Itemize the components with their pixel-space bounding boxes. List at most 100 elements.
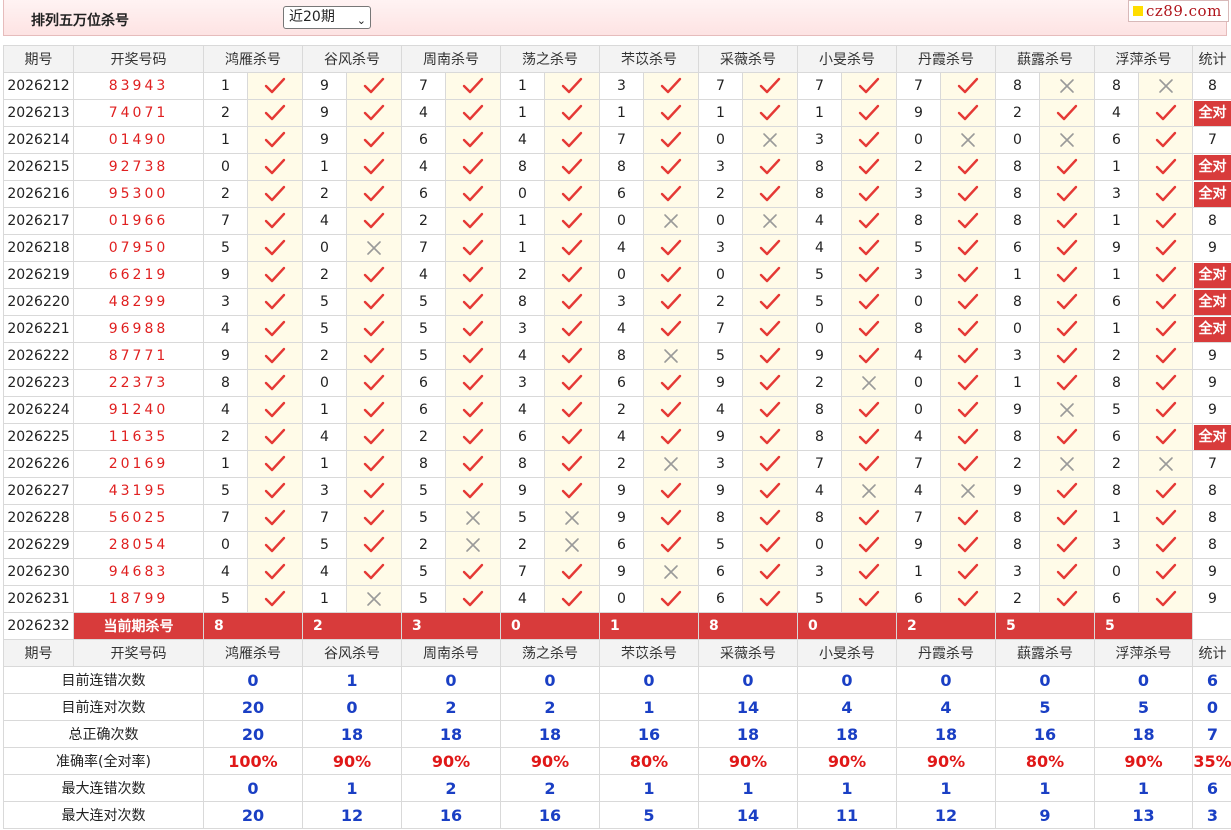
kill-number-cell: 4 [401, 153, 446, 181]
stats-label: 准确率(全对率) [3, 747, 204, 775]
check-icon [1138, 369, 1193, 397]
kill-number-cell: 4 [896, 423, 941, 451]
kill-number-cell: 6 [1094, 126, 1139, 154]
kill-number-cell: 5 [797, 585, 842, 613]
kill-number-cell: 2 [302, 180, 347, 208]
current-kill-number: 0 [500, 612, 600, 640]
check-icon [841, 450, 897, 478]
check-icon [247, 585, 303, 613]
check-icon [1138, 315, 1193, 343]
check-icon [346, 207, 402, 235]
stats-value: 4 [797, 693, 897, 721]
check-icon [445, 99, 501, 127]
winning-number-cell: 91240 [73, 396, 204, 424]
stat-cell: 9 [1192, 558, 1231, 586]
check-icon [445, 585, 501, 613]
check-icon [346, 396, 402, 424]
kill-number-cell: 0 [302, 234, 347, 262]
cross-icon [445, 531, 501, 559]
cross-icon [1138, 450, 1193, 478]
winning-number-cell: 01966 [73, 207, 204, 235]
check-icon [544, 207, 600, 235]
col-winning-header: 开奖号码 [73, 639, 204, 667]
check-icon [445, 558, 501, 586]
check-icon [742, 315, 798, 343]
cross-icon [742, 207, 798, 235]
check-icon [643, 72, 699, 100]
stat-cell: 8 [1192, 207, 1231, 235]
kill-number-cell: 4 [797, 207, 842, 235]
check-icon [841, 72, 897, 100]
kill-number-cell: 5 [302, 288, 347, 316]
kill-number-cell: 1 [203, 450, 248, 478]
check-icon [1039, 234, 1095, 262]
col-expert-header: 小旻杀号 [797, 45, 897, 73]
check-icon [1039, 531, 1095, 559]
kill-number-cell: 1 [500, 99, 545, 127]
stat-cell: 8 [1192, 72, 1231, 100]
kill-number-cell: 9 [599, 477, 644, 505]
check-icon [1039, 558, 1095, 586]
check-icon [247, 423, 303, 451]
check-icon [742, 342, 798, 370]
check-icon [544, 99, 600, 127]
check-icon [742, 180, 798, 208]
top-bar: 排列五万位杀号 近20期 ⌄ [3, 0, 1227, 36]
issue-cell: 2026228 [3, 504, 74, 532]
check-icon [544, 261, 600, 289]
stats-label: 目前连对次数 [3, 693, 204, 721]
check-icon [247, 342, 303, 370]
check-icon [742, 558, 798, 586]
all-right-badge: 全对 [1193, 424, 1231, 450]
kill-number-cell: 5 [401, 558, 446, 586]
check-icon [643, 234, 699, 262]
table-row: 2026226 20169 1 1 8 8 2 3 7 7 2 2 7 [3, 450, 1231, 478]
stat-cell: 全对 [1192, 180, 1231, 208]
check-icon [1039, 315, 1095, 343]
stats-value: 1 [1094, 774, 1193, 802]
period-select[interactable]: 近20期 ⌄ [283, 6, 371, 29]
check-icon [346, 315, 402, 343]
stats-value: 0 [203, 774, 303, 802]
kill-number-cell: 2 [203, 180, 248, 208]
stats-value: 0 [896, 666, 996, 694]
stats-value: 18 [1094, 720, 1193, 748]
check-icon [346, 261, 402, 289]
stat-cell: 8 [1192, 531, 1231, 559]
kill-number-cell: 0 [698, 261, 743, 289]
stats-value: 20 [203, 693, 303, 721]
kill-number-cell: 9 [599, 504, 644, 532]
kill-number-cell: 3 [500, 315, 545, 343]
check-icon [1138, 504, 1193, 532]
kill-number-cell: 0 [302, 369, 347, 397]
check-icon [643, 477, 699, 505]
check-icon [841, 99, 897, 127]
winning-number-cell: 94683 [73, 558, 204, 586]
kill-number-cell: 9 [995, 477, 1040, 505]
winning-number-cell: 48299 [73, 288, 204, 316]
col-winning-header: 开奖号码 [73, 45, 204, 73]
stats-value: 1 [302, 666, 402, 694]
kill-number-cell: 1 [500, 72, 545, 100]
check-icon [544, 558, 600, 586]
kill-number-cell: 3 [599, 288, 644, 316]
kill-number-cell: 3 [995, 342, 1040, 370]
stats-value: 18 [698, 720, 798, 748]
all-right-badge: 全对 [1193, 289, 1231, 315]
kill-number-cell: 6 [401, 126, 446, 154]
kill-number-cell: 1 [995, 261, 1040, 289]
col-expert-header: 鸿雁杀号 [203, 45, 303, 73]
kill-number-cell: 1 [1094, 207, 1139, 235]
check-icon [247, 531, 303, 559]
stat-cell: 9 [1192, 585, 1231, 613]
winning-number-cell: 56025 [73, 504, 204, 532]
check-icon [940, 531, 996, 559]
kill-number-cell: 0 [995, 126, 1040, 154]
kill-number-cell: 3 [698, 450, 743, 478]
kill-number-cell: 4 [599, 423, 644, 451]
kill-number-cell: 5 [401, 342, 446, 370]
col-expert-header: 丹霞杀号 [896, 45, 996, 73]
site-logo[interactable]: cz89.com [1128, 0, 1229, 22]
check-icon [742, 585, 798, 613]
kill-number-cell: 7 [797, 450, 842, 478]
